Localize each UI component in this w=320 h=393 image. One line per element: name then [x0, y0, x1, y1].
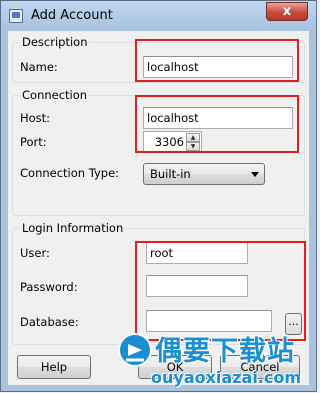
user-label: User: [20, 246, 50, 260]
name-field[interactable]: localhost [143, 56, 293, 78]
login-group-title: Login Information [22, 221, 124, 235]
user-field[interactable]: root [146, 242, 248, 264]
name-label: Name: [20, 60, 58, 74]
close-icon: x [282, 4, 292, 19]
port-label: Port: [20, 135, 47, 149]
password-field[interactable] [146, 275, 248, 297]
connection-type-value: Built-in [150, 167, 191, 181]
close-button[interactable]: x [266, 2, 308, 21]
database-label: Database: [20, 315, 79, 329]
spin-up-icon[interactable]: ▲ [186, 133, 200, 142]
watermark-brand: 偶要下载站 [155, 336, 295, 367]
watermark: 偶要下载站 ouyaoxiazai.com [111, 329, 318, 393]
connection-group-title: Connection [22, 88, 88, 102]
host-field[interactable]: localhost [143, 107, 293, 129]
add-account-dialog: Add Account x Description Name: localhos… [0, 0, 317, 392]
title-bar[interactable]: Add Account x [1, 1, 316, 31]
chevron-down-icon [251, 172, 259, 177]
watermark-url: ouyaoxiazai.com [151, 368, 302, 387]
port-value: 3306 [154, 135, 184, 149]
host-label: Host: [20, 111, 51, 125]
help-button[interactable]: Help [17, 355, 91, 379]
password-label: Password: [20, 280, 78, 294]
connection-type-label: Connection Type: [20, 166, 120, 180]
connection-type-select[interactable]: Built-in [143, 163, 265, 185]
spin-down-icon[interactable]: ▼ [186, 142, 200, 151]
watermark-logo-icon [118, 333, 152, 367]
port-stepper[interactable]: 3306 ▲ ▼ [143, 131, 202, 153]
window-title: Add Account [31, 8, 113, 23]
app-icon [9, 9, 23, 23]
description-group-title: Description [22, 35, 88, 49]
